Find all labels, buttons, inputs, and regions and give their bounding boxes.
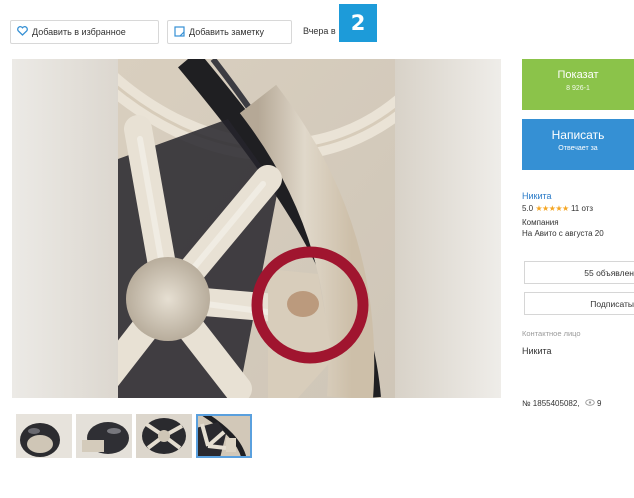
views-count: 9	[597, 399, 602, 408]
vent-hub	[126, 257, 210, 341]
seller-type: Компания	[522, 218, 559, 227]
write-message-label: Написать	[551, 128, 605, 142]
note-icon	[174, 25, 185, 39]
reviews-count: 11 отз	[570, 204, 594, 213]
thumbnail-liner-closeup[interactable]	[196, 414, 252, 458]
rating-value: 5.0	[522, 204, 534, 213]
listing-number: № 1855405082,	[522, 399, 580, 408]
eye-icon	[585, 399, 597, 408]
heart-icon	[17, 26, 28, 38]
show-phone-number: 8 926-1	[566, 85, 590, 92]
add-to-favorites-label: Добавить в избранное	[32, 27, 126, 37]
add-note-button[interactable]: Добавить заметку	[167, 20, 292, 44]
contact-person-name: Никита	[522, 346, 552, 356]
listing-toolbar: Добавить в избранное Добавить заметку Вч…	[0, 0, 634, 60]
rating-stars-icon: ★★★★★	[535, 204, 569, 213]
posted-date: Вчера в	[303, 26, 336, 36]
thumbnail-helmet-inside[interactable]	[136, 414, 192, 458]
add-note-label: Добавить заметку	[189, 27, 264, 37]
thumbnail-helmet-front[interactable]	[16, 414, 72, 458]
seller-rating[interactable]: 5.0 ★★★★★ 11 отз	[522, 204, 593, 213]
show-phone-label: Показат	[557, 69, 599, 81]
show-phone-button[interactable]: Показат 8 926-1	[522, 59, 634, 110]
contact-person-label: Контактное лицо	[522, 329, 581, 338]
response-time: Отвечает за	[558, 145, 598, 152]
seller-since: На Авито с августа 20	[522, 229, 604, 238]
subscribe-button[interactable]: Подписаты	[524, 292, 634, 315]
thumbnail-helmet-side[interactable]	[76, 414, 132, 458]
photo-blur-left	[12, 59, 118, 398]
main-photo[interactable]	[84, 59, 416, 398]
photo-gallery[interactable]	[12, 59, 501, 398]
seller-sidebar: Показат 8 926-1 Написать Отвечает за Ник…	[522, 59, 634, 439]
add-to-favorites-button[interactable]: Добавить в избранное	[10, 20, 159, 44]
photo-blur-right	[395, 59, 501, 398]
write-message-button[interactable]: Написать Отвечает за	[522, 119, 634, 170]
step-number-badge: 2	[339, 4, 377, 42]
damage-spot	[287, 291, 319, 317]
listing-meta: № 1855405082, 9	[522, 399, 601, 408]
seller-name-link[interactable]: Никита	[522, 191, 552, 201]
seller-listings-button[interactable]: 55 объявлен	[524, 261, 634, 284]
